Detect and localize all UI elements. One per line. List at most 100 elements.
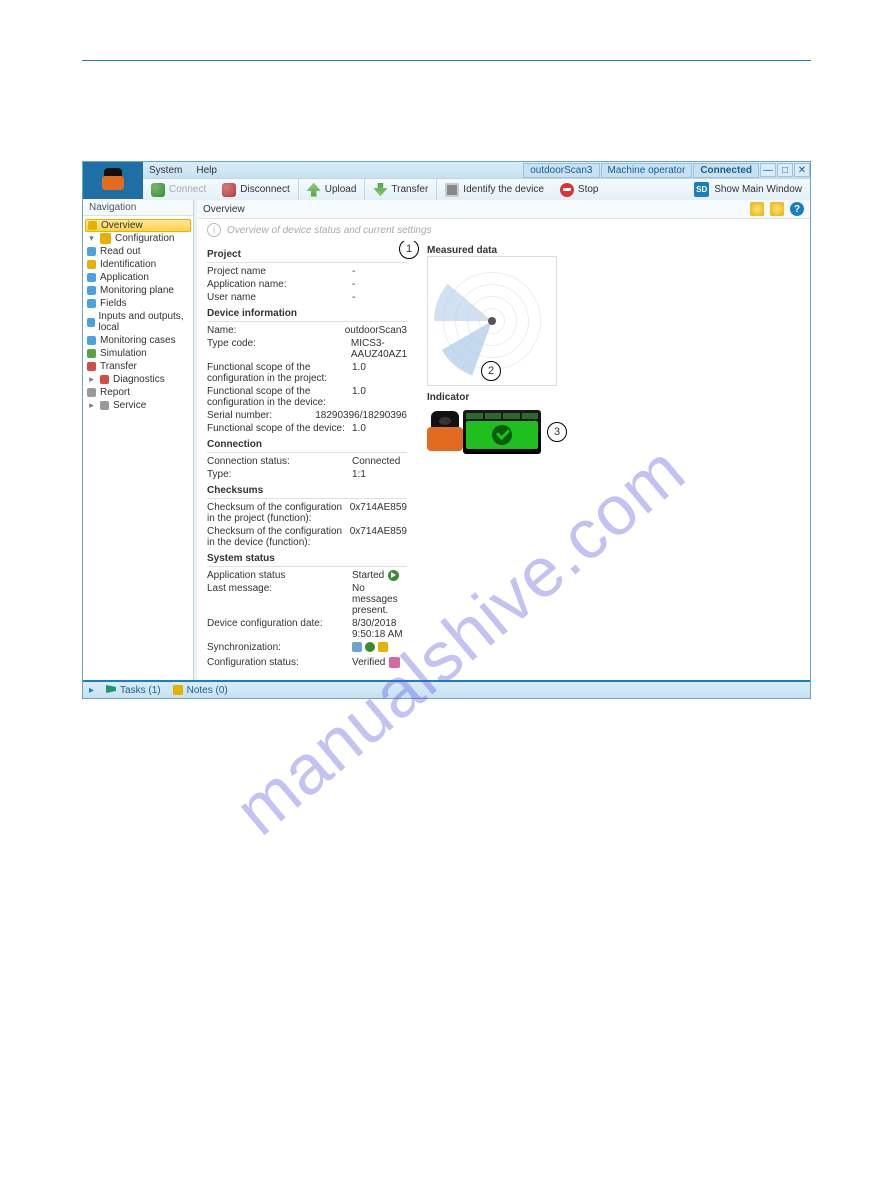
- value: 0x714AE859: [350, 526, 407, 548]
- app-window: System Help outdoorScan3 Machine operato…: [82, 161, 811, 699]
- dot-icon: [87, 349, 96, 358]
- check-icon: [492, 425, 512, 445]
- notes-button[interactable]: Notes (0): [173, 685, 228, 696]
- title-chips: outdoorScan3 Machine operator Connected …: [523, 162, 810, 178]
- label: Functional scope of the configuration in…: [207, 386, 352, 408]
- diagnostics-icon: [100, 375, 109, 384]
- value: -: [352, 266, 407, 277]
- stop-icon: [560, 183, 574, 197]
- overview-icon: [88, 221, 97, 230]
- navigation-tree: Overview ▾ Configuration Read out Identi…: [83, 216, 193, 415]
- expand-icon[interactable]: ▸: [87, 400, 96, 411]
- info-icon: i: [207, 223, 221, 237]
- label: Type:: [207, 469, 352, 480]
- label: Connection status:: [207, 456, 352, 467]
- value: 1.0: [352, 386, 407, 408]
- app-logo: [83, 162, 143, 199]
- label: Synchronization:: [207, 642, 352, 655]
- value: Started: [352, 570, 407, 581]
- nav-transfer[interactable]: Transfer: [83, 360, 193, 373]
- value: 1.0: [352, 423, 407, 434]
- label: Project name: [207, 266, 352, 277]
- nav-monitoring-plane[interactable]: Monitoring plane: [83, 284, 193, 297]
- nav-report[interactable]: Report: [83, 386, 193, 399]
- menubar: System Help: [143, 162, 523, 178]
- header-action-2-icon[interactable]: [770, 202, 784, 216]
- nav-identification[interactable]: Identification: [83, 258, 193, 271]
- label: Configuration status:: [207, 657, 352, 668]
- value: -: [352, 292, 407, 303]
- window-close[interactable]: ✕: [794, 163, 810, 177]
- disconnect-button[interactable]: Disconnect: [214, 179, 297, 200]
- value: [352, 642, 407, 655]
- dot-icon: [87, 362, 96, 371]
- expand-icon[interactable]: ▾: [87, 233, 96, 244]
- identify-button[interactable]: Identify the device: [436, 179, 552, 200]
- nav-io[interactable]: Inputs and outputs, local: [83, 310, 193, 334]
- tasks-button[interactable]: Tasks (1): [106, 685, 161, 696]
- dot-icon: [87, 273, 96, 282]
- value: 1.0: [352, 362, 407, 384]
- upload-button[interactable]: Upload: [298, 179, 365, 200]
- callout-1: 1: [399, 241, 419, 259]
- label: Checksum of the configuration in the pro…: [207, 502, 350, 524]
- window-minimize[interactable]: —: [760, 163, 776, 177]
- dot-icon: [87, 247, 96, 256]
- label: Last message:: [207, 583, 352, 616]
- nav-simulation[interactable]: Simulation: [83, 347, 193, 360]
- sync-icon-3: [378, 642, 388, 652]
- label: Functional scope of the device:: [207, 423, 352, 434]
- help-icon[interactable]: ?: [790, 202, 804, 216]
- nav-fields[interactable]: Fields: [83, 297, 193, 310]
- nav-diagnostics[interactable]: ▸Diagnostics: [83, 373, 193, 386]
- window-maximize[interactable]: □: [777, 163, 793, 177]
- value: 1:1: [352, 469, 407, 480]
- scanner-icon: [427, 407, 463, 457]
- nav-monitoring-cases[interactable]: Monitoring cases: [83, 334, 193, 347]
- value: Connected: [352, 456, 407, 467]
- transfer-button[interactable]: Transfer: [364, 179, 436, 200]
- value: MICS3-AAUZ40AZ1: [351, 338, 407, 360]
- disconnect-icon: [222, 183, 236, 197]
- stop-button[interactable]: Stop: [552, 179, 607, 200]
- indicator-graphic: 3: [427, 407, 800, 457]
- content-title: Overview: [203, 204, 245, 215]
- nav-overview[interactable]: Overview: [85, 219, 191, 232]
- show-main-window-button[interactable]: SD Show Main Window: [686, 179, 810, 200]
- upload-icon: [307, 183, 321, 197]
- nav-readout[interactable]: Read out: [83, 245, 193, 258]
- flag-icon: [106, 685, 116, 695]
- note-icon: [173, 685, 183, 695]
- indicator-title: Indicator: [427, 392, 800, 403]
- nav-service[interactable]: ▸Service: [83, 399, 193, 412]
- section-connection: Connection: [207, 435, 407, 453]
- taskbar-expand-icon[interactable]: ▸: [89, 685, 94, 696]
- sync-icon-2: [365, 642, 375, 652]
- nav-application[interactable]: Application: [83, 271, 193, 284]
- section-device-info: Device information: [207, 304, 407, 322]
- taskbar: ▸ Tasks (1) Notes (0): [83, 680, 810, 698]
- transfer-icon: [373, 183, 387, 197]
- sync-icon-1: [352, 642, 362, 652]
- value: -: [352, 279, 407, 290]
- section-project: Project: [207, 245, 407, 263]
- menu-help[interactable]: Help: [196, 165, 217, 176]
- dot-icon: [87, 260, 96, 269]
- value: 18290396/18290396: [315, 410, 407, 421]
- header-action-1-icon[interactable]: [750, 202, 764, 216]
- label: Functional scope of the configuration in…: [207, 362, 352, 384]
- menu-system[interactable]: System: [149, 165, 182, 176]
- configuration-icon: [100, 233, 111, 244]
- measured-data-title: Measured data: [427, 245, 800, 256]
- expand-icon[interactable]: ▸: [87, 374, 96, 385]
- section-system-status: System status: [207, 549, 407, 567]
- connect-icon: [151, 183, 165, 197]
- callout-2: 2: [481, 361, 501, 381]
- nav-configuration[interactable]: ▾ Configuration: [83, 232, 193, 245]
- label: Name:: [207, 325, 345, 336]
- sd-icon: SD: [694, 182, 709, 197]
- content-panel: Overview ? i Overview of device status a…: [194, 200, 810, 680]
- toolbar: Connect Disconnect Upload Transfer Ident…: [143, 178, 810, 200]
- dot-icon: [87, 286, 96, 295]
- value: 8/30/2018 9:50:18 AM: [352, 618, 407, 640]
